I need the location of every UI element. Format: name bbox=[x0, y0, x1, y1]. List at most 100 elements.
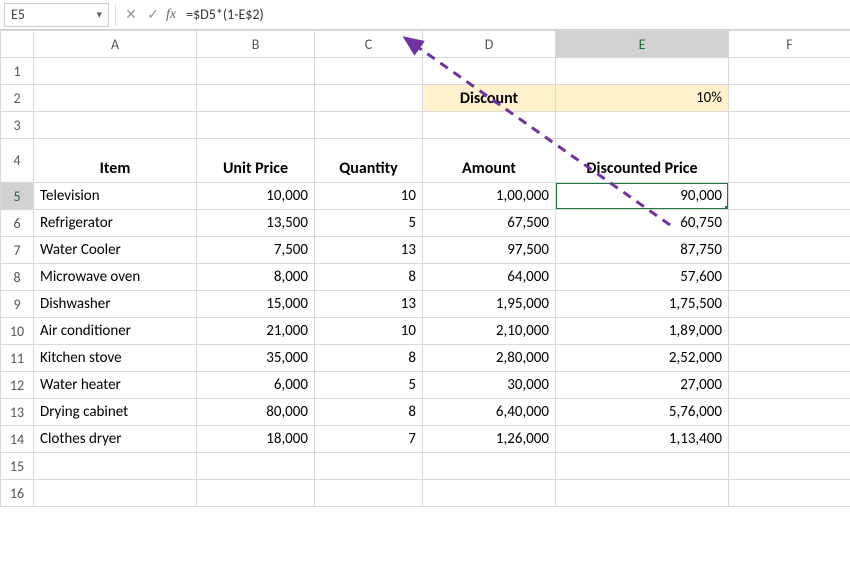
row-header-5[interactable]: 5 bbox=[1, 183, 34, 210]
table-row[interactable]: 5,76,000 bbox=[556, 399, 729, 426]
cell[interactable] bbox=[729, 345, 850, 372]
table-row[interactable]: 6,40,000 bbox=[423, 399, 556, 426]
table-row[interactable]: 1,26,000 bbox=[423, 426, 556, 453]
formula-input[interactable]: =$D5*(1-E$2) bbox=[180, 4, 846, 26]
table-row[interactable]: 8 bbox=[315, 399, 423, 426]
cell[interactable] bbox=[729, 58, 850, 85]
row-header-3[interactable]: 3 bbox=[1, 112, 34, 139]
cell[interactable] bbox=[315, 85, 423, 112]
row-header-8[interactable]: 8 bbox=[1, 264, 34, 291]
row-header-2[interactable]: 2 bbox=[1, 85, 34, 112]
cell[interactable] bbox=[34, 112, 197, 139]
cell-discount-value[interactable]: 10% bbox=[556, 85, 729, 112]
cell[interactable] bbox=[197, 58, 315, 85]
table-row[interactable]: Dishwasher bbox=[34, 291, 197, 318]
cell-header-qty[interactable]: Quantity bbox=[315, 139, 423, 183]
table-row[interactable]: 1,13,400 bbox=[556, 426, 729, 453]
cell-header-disc[interactable]: Discounted Price bbox=[556, 139, 729, 183]
cell[interactable] bbox=[729, 264, 850, 291]
col-header-B[interactable]: B bbox=[197, 31, 315, 58]
table-row[interactable]: 5 bbox=[315, 210, 423, 237]
cell[interactable] bbox=[556, 112, 729, 139]
cell[interactable] bbox=[423, 58, 556, 85]
select-all-corner[interactable] bbox=[1, 31, 34, 58]
cell[interactable] bbox=[315, 58, 423, 85]
cell[interactable] bbox=[315, 453, 423, 480]
table-row[interactable]: 5 bbox=[315, 372, 423, 399]
cancel-formula-icon[interactable]: ✕ bbox=[120, 4, 142, 26]
cell[interactable] bbox=[34, 453, 197, 480]
name-box[interactable]: E5 ▾ bbox=[4, 3, 109, 27]
row-header-13[interactable]: 13 bbox=[1, 399, 34, 426]
table-row[interactable]: Water heater bbox=[34, 372, 197, 399]
table-row[interactable]: 60,750 bbox=[556, 210, 729, 237]
cell-header-item[interactable]: Item bbox=[34, 139, 197, 183]
table-row[interactable]: Water Cooler bbox=[34, 237, 197, 264]
cell[interactable] bbox=[423, 112, 556, 139]
cell[interactable] bbox=[197, 480, 315, 507]
table-row[interactable]: Television bbox=[34, 183, 197, 210]
table-row[interactable]: 2,52,000 bbox=[556, 345, 729, 372]
table-row[interactable]: 8 bbox=[315, 345, 423, 372]
table-row[interactable]: 15,000 bbox=[197, 291, 315, 318]
cell[interactable] bbox=[729, 372, 850, 399]
table-row[interactable]: Kitchen stove bbox=[34, 345, 197, 372]
cell[interactable] bbox=[729, 399, 850, 426]
cell[interactable] bbox=[556, 58, 729, 85]
table-row[interactable]: 1,89,000 bbox=[556, 318, 729, 345]
accept-formula-icon[interactable]: ✓ bbox=[142, 4, 164, 26]
row-header-6[interactable]: 6 bbox=[1, 210, 34, 237]
cell[interactable] bbox=[729, 85, 850, 112]
cell[interactable] bbox=[197, 112, 315, 139]
table-row[interactable]: 27,000 bbox=[556, 372, 729, 399]
row-header-11[interactable]: 11 bbox=[1, 345, 34, 372]
cell[interactable] bbox=[423, 480, 556, 507]
table-row[interactable]: 21,000 bbox=[197, 318, 315, 345]
cell[interactable] bbox=[729, 318, 850, 345]
cell[interactable] bbox=[729, 237, 850, 264]
table-row[interactable]: 8 bbox=[315, 264, 423, 291]
table-row[interactable]: 64,000 bbox=[423, 264, 556, 291]
spreadsheet-grid[interactable]: A B C D E F 1 2 Discount 10% 3 4 Item Un… bbox=[0, 30, 850, 507]
cell[interactable] bbox=[556, 453, 729, 480]
table-row[interactable]: 10,000 bbox=[197, 183, 315, 210]
table-row[interactable]: 6,000 bbox=[197, 372, 315, 399]
table-row[interactable]: 57,600 bbox=[556, 264, 729, 291]
cell[interactable] bbox=[729, 291, 850, 318]
table-row[interactable]: 1,00,000 bbox=[423, 183, 556, 210]
table-row[interactable]: 2,10,000 bbox=[423, 318, 556, 345]
cell[interactable] bbox=[34, 85, 197, 112]
cell-header-unit[interactable]: Unit Price bbox=[197, 139, 315, 183]
cell-discount-label[interactable]: Discount bbox=[423, 85, 556, 112]
row-header-14[interactable]: 14 bbox=[1, 426, 34, 453]
selected-cell[interactable]: 90,000 bbox=[556, 183, 729, 210]
table-row[interactable]: 13,500 bbox=[197, 210, 315, 237]
table-row[interactable]: 87,750 bbox=[556, 237, 729, 264]
table-row[interactable]: 7 bbox=[315, 426, 423, 453]
row-header-12[interactable]: 12 bbox=[1, 372, 34, 399]
table-row[interactable]: Refrigerator bbox=[34, 210, 197, 237]
table-row[interactable]: 10 bbox=[315, 183, 423, 210]
table-row[interactable]: 13 bbox=[315, 291, 423, 318]
table-row[interactable]: 13 bbox=[315, 237, 423, 264]
col-header-E[interactable]: E bbox=[556, 31, 729, 58]
row-header-9[interactable]: 9 bbox=[1, 291, 34, 318]
table-row[interactable]: 10 bbox=[315, 318, 423, 345]
table-row[interactable]: 80,000 bbox=[197, 399, 315, 426]
cell[interactable] bbox=[729, 453, 850, 480]
table-row[interactable]: 2,80,000 bbox=[423, 345, 556, 372]
table-row[interactable]: Microwave oven bbox=[34, 264, 197, 291]
cell[interactable] bbox=[556, 480, 729, 507]
chevron-down-icon[interactable]: ▾ bbox=[96, 8, 102, 21]
cell[interactable] bbox=[315, 112, 423, 139]
cell[interactable] bbox=[315, 480, 423, 507]
table-row[interactable]: 30,000 bbox=[423, 372, 556, 399]
table-row[interactable]: 7,500 bbox=[197, 237, 315, 264]
row-header-1[interactable]: 1 bbox=[1, 58, 34, 85]
col-header-D[interactable]: D bbox=[423, 31, 556, 58]
table-row[interactable]: Clothes dryer bbox=[34, 426, 197, 453]
row-header-10[interactable]: 10 bbox=[1, 318, 34, 345]
col-header-F[interactable]: F bbox=[729, 31, 850, 58]
table-row[interactable]: 1,75,500 bbox=[556, 291, 729, 318]
row-header-15[interactable]: 15 bbox=[1, 453, 34, 480]
